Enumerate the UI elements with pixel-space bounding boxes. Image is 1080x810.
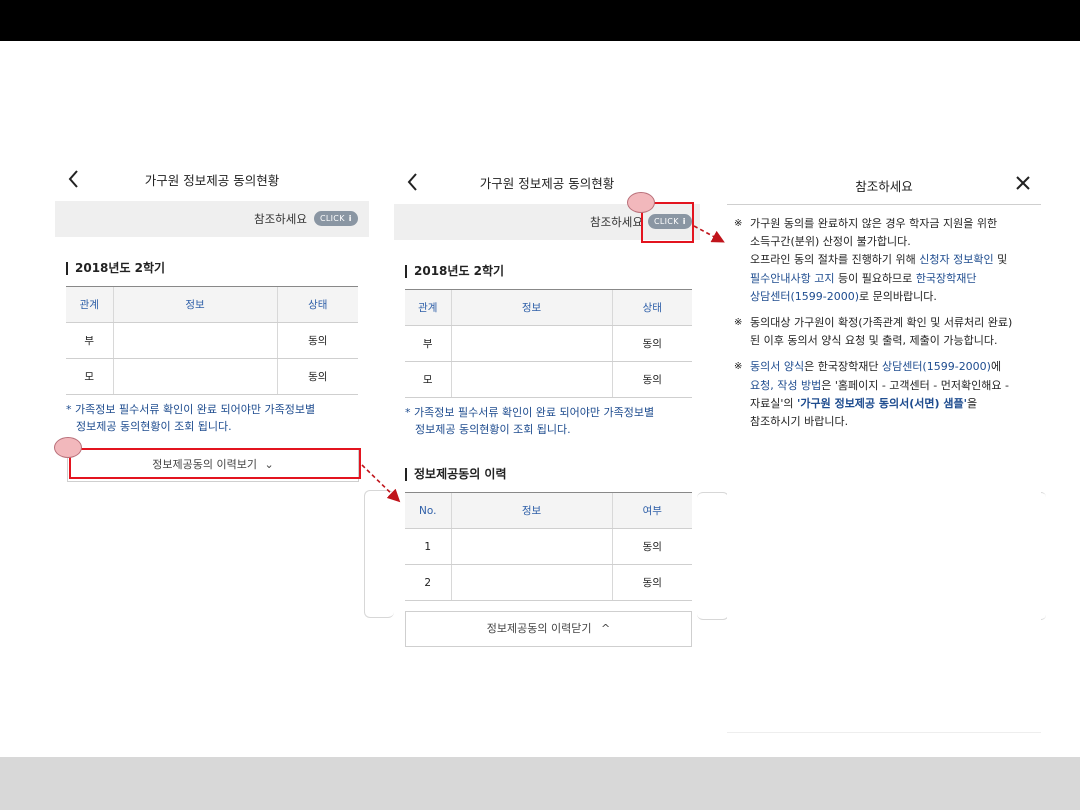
family-info-note: * 가족정보 필수서류 확인이 완료 되어야만 가족정보별 정보제공 동의현황이…: [66, 403, 316, 433]
cell-info: [450, 325, 612, 362]
reference-list: ※ 가구원 동의를 완료하지 않은 경우 학자금 지원을 위한 소득구간(분위)…: [726, 215, 1036, 439]
screen-consent-status: 가구원 정보제공 동의현황 참조하세요 CLICK i 2018년도 2학기 관계…: [55, 165, 369, 495]
link-kosaf[interactable]: 한국장학재단: [916, 272, 977, 285]
reference-item: ※ 동의서 양식은 한국장학재단 상담센터(1599-2000)에 요청, 작성…: [734, 360, 1009, 429]
link-how-to-write[interactable]: 요청, 작성 방법: [750, 379, 821, 392]
col-no: No.: [405, 492, 451, 529]
table-row: 모 동의: [405, 361, 692, 398]
link-sample-form[interactable]: '가구원 정보제공 동의서(서면) 샘플': [797, 397, 967, 410]
link-applicant-info[interactable]: 신청자 정보확인: [919, 253, 993, 266]
family-info-note: * 가족정보 필수서류 확인이 완료 되어야만 가족정보별 정보제공 동의현황이…: [405, 406, 655, 436]
popup-title: 참조하세요: [855, 179, 913, 194]
info-icon: i: [348, 214, 352, 223]
step-marker-dot: [627, 192, 655, 213]
notice-text: 참조하세요: [590, 215, 643, 229]
page-title: 가구원 정보제공 동의현황: [144, 173, 280, 188]
close-history-button[interactable]: 정보제공동의 이력닫기 ^: [405, 611, 692, 647]
table-header-row: 관계 정보 상태: [66, 286, 358, 323]
cell-relation: 모: [66, 358, 113, 395]
link-call-center[interactable]: 상담센터(1599-2000): [750, 290, 859, 303]
cell-info: [450, 528, 612, 565]
semester-title: 2018년도 2학기: [66, 262, 165, 275]
consent-history-table: No. 정보 여부 1 동의 2 동의: [405, 492, 692, 601]
cell-status: 동의: [611, 325, 692, 362]
semester-title: 2018년도 2학기: [405, 265, 504, 278]
cell-status: 동의: [276, 322, 358, 359]
table-row: 부 동의: [66, 322, 358, 359]
col-info: 정보: [450, 492, 612, 529]
cell-relation: 부: [405, 325, 451, 362]
table-row: 부 동의: [405, 325, 692, 362]
col-consent: 여부: [611, 492, 692, 529]
history-section-title: 정보제공동의 이력: [405, 468, 507, 481]
cell-info: [112, 358, 277, 395]
close-icon[interactable]: [1016, 176, 1030, 190]
col-relation: 관계: [66, 286, 113, 323]
col-info: 정보: [112, 286, 277, 323]
table-header-row: No. 정보 여부: [405, 492, 692, 529]
click-info-button[interactable]: CLICK i: [314, 211, 358, 226]
cell-no: 2: [405, 564, 451, 601]
col-relation: 관계: [405, 289, 451, 326]
col-info: 정보: [450, 289, 612, 326]
notice-bar: 참조하세요 CLICK i: [55, 201, 369, 237]
table-header-row: 관계 정보 상태: [405, 289, 692, 326]
col-status: 상태: [276, 286, 358, 323]
link-required-notice[interactable]: 필수안내사항 고지: [750, 272, 834, 285]
reference-item: ※ 가구원 동의를 완료하지 않은 경우 학자금 지원을 위한 소득구간(분위)…: [734, 217, 1008, 303]
screen-header: 가구원 정보제공 동의현황: [55, 165, 369, 195]
cell-status: 동의: [276, 358, 358, 395]
cell-consent: 동의: [611, 564, 692, 601]
col-status: 상태: [611, 289, 692, 326]
table-row: 모 동의: [66, 358, 358, 395]
notice-text: 참조하세요: [254, 212, 307, 226]
cell-info: [450, 361, 612, 398]
link-call-center[interactable]: 상담센터(1599-2000): [882, 360, 991, 373]
link-consent-form[interactable]: 동의서 양식: [750, 360, 804, 373]
bottom-gray-bar: [0, 757, 1080, 810]
chevron-up-icon: ^: [600, 622, 611, 635]
table-row: 1 동의: [405, 528, 692, 565]
cell-no: 1: [405, 528, 451, 565]
family-consent-table: 관계 정보 상태 부 동의 모 동의: [405, 289, 692, 398]
reference-item: ※ 동의대상 가구원이 확정(가족관계 확인 및 서류처리 완료) 된 이후 동…: [734, 316, 1013, 348]
screen-frame-middle: [697, 492, 729, 620]
popup-divider: [727, 204, 1041, 205]
cell-relation: 부: [66, 322, 113, 359]
page-title: 가구원 정보제공 동의현황: [479, 176, 615, 191]
cell-info: [450, 564, 612, 601]
cell-consent: 동의: [611, 528, 692, 565]
table-row: 2 동의: [405, 564, 692, 601]
screen-header: 가구원 정보제공 동의현황: [394, 168, 700, 198]
step-marker-dot: [54, 437, 82, 458]
cell-info: [112, 322, 277, 359]
highlight-history-button: [69, 448, 361, 479]
cell-relation: 모: [405, 361, 451, 398]
top-black-bar: [0, 0, 1080, 41]
cell-status: 동의: [611, 361, 692, 398]
family-consent-table: 관계 정보 상태 부 동의 모 동의: [66, 286, 358, 395]
screen-frame-left: [364, 490, 394, 618]
